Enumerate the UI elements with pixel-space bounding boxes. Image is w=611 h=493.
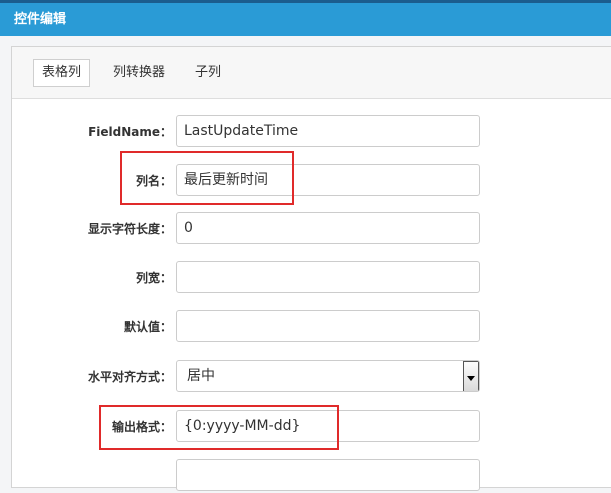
h-align-select[interactable]: 居中 — [176, 360, 480, 392]
column-width-input[interactable] — [176, 261, 480, 293]
display-length-label: 显示字符长度： — [87, 222, 172, 236]
tab-sub-column[interactable]: 子列 — [187, 59, 229, 87]
h-align-label: 水平对齐方式： — [87, 370, 172, 384]
tab-column-converter[interactable]: 列转换器 — [105, 59, 173, 87]
h-align-selected-value: 居中 — [187, 368, 215, 384]
default-value-input[interactable] — [176, 310, 480, 342]
display-length-input[interactable]: 0 — [176, 212, 480, 244]
tab-bar: 表格列 列转换器 子列 — [12, 47, 611, 99]
default-value-label: 默认值： — [123, 320, 172, 334]
field-name-label: FieldName： — [88, 125, 172, 139]
window-title-bar: 控件编辑 — [0, 3, 611, 36]
window-title: 控件编辑 — [14, 12, 67, 27]
next-field-label — [12, 459, 172, 493]
column-width-label: 列宽： — [135, 271, 172, 285]
tab-table-column[interactable]: 表格列 — [33, 59, 91, 87]
highlight-box-column-name — [120, 151, 294, 205]
field-name-input[interactable]: LastUpdateTime — [176, 115, 480, 147]
next-field-input[interactable] — [176, 459, 480, 491]
dropdown-arrow-icon[interactable] — [463, 361, 479, 391]
highlight-box-output-format — [99, 405, 339, 450]
